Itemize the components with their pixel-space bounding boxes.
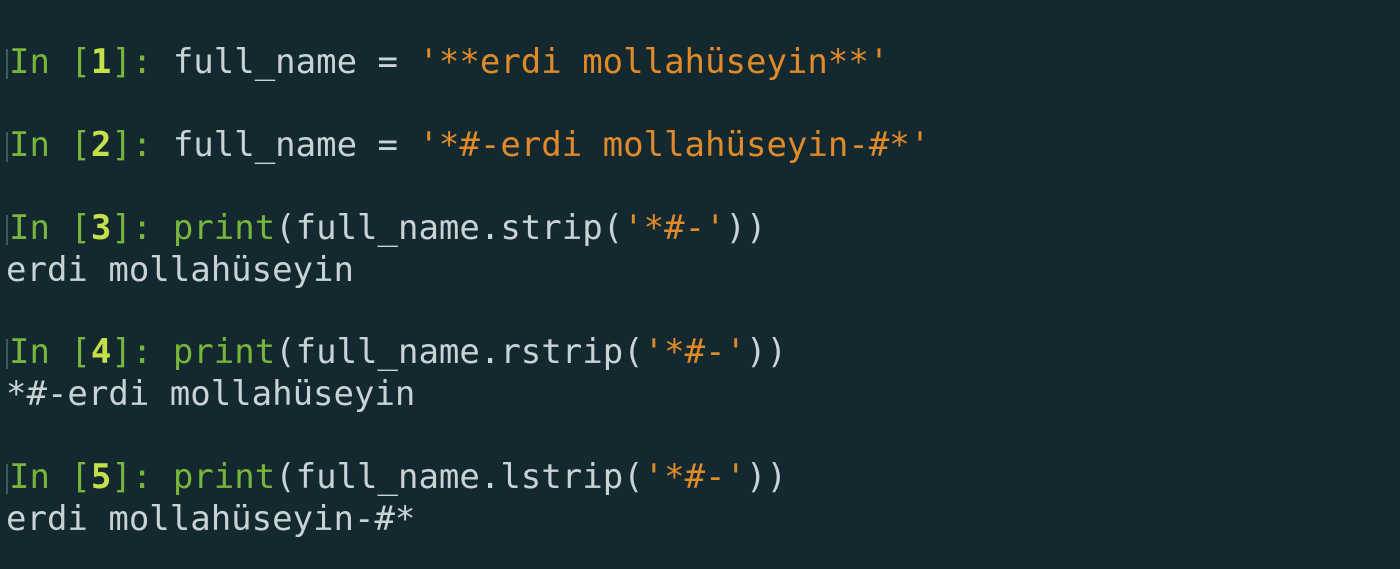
prompt-close: ]: (111, 208, 173, 248)
string-literal: '*#-' (643, 332, 746, 372)
prompt-open-bracket: [ (49, 457, 91, 497)
prompt-label: In (9, 42, 50, 82)
string-literal: '*#-' (623, 208, 726, 248)
prompt-close: ]: (111, 332, 173, 372)
builtin-function: print (172, 332, 276, 372)
output-line-3: erdi mollahüseyin (6, 250, 354, 290)
prompt-close: ]: (111, 457, 173, 497)
gutter-marker (6, 463, 8, 494)
prompt-open-bracket: [ (49, 332, 91, 372)
prompt-label: In (9, 125, 50, 165)
string-literal: '*#-erdi mollahüseyin-#*' (418, 125, 931, 165)
gutter-marker (6, 338, 8, 369)
code-text: )) (746, 457, 787, 497)
prompt-number: 2 (90, 125, 112, 165)
prompt-open-bracket: [ (49, 208, 91, 248)
gutter-marker (6, 131, 8, 162)
input-line-2[interactable]: In [2]: full_name = '*#-erdi mollahüseyi… (6, 125, 930, 165)
input-line-1[interactable]: In [1]: full_name = '**erdi mollahüseyin… (6, 42, 889, 82)
builtin-function: print (172, 208, 276, 248)
prompt-label: In (9, 332, 50, 372)
prompt-number: 1 (90, 42, 112, 82)
prompt-label: In (9, 208, 50, 248)
code-text: )) (746, 332, 787, 372)
prompt-number: 5 (90, 457, 112, 497)
code-text: (full_name.rstrip( (275, 332, 644, 372)
code-text: )) (725, 208, 767, 248)
code-text: full_name = (172, 42, 419, 82)
input-line-3[interactable]: In [3]: print(full_name.strip('*#-')) (6, 208, 766, 248)
ipython-terminal: In [1]: full_name = '**erdi mollahüseyin… (6, 0, 1400, 569)
string-literal: '*#-' (643, 457, 746, 497)
gutter-marker (6, 214, 8, 245)
code-text: (full_name.strip( (275, 208, 624, 248)
code-text: (full_name.lstrip( (275, 457, 644, 497)
string-literal: '**erdi mollahüseyin**' (418, 42, 890, 82)
input-line-4[interactable]: In [4]: print(full_name.rstrip('*#-')) (6, 332, 787, 372)
prompt-close: ]: (111, 125, 173, 165)
builtin-function: print (172, 457, 276, 497)
prompt-open-bracket: [ (49, 125, 91, 165)
prompt-number: 3 (90, 208, 112, 248)
prompt-number: 4 (90, 332, 112, 372)
prompt-open-bracket: [ (49, 42, 91, 82)
output-line-4: *#-erdi mollahüseyin (6, 374, 416, 414)
gutter-marker (6, 48, 8, 79)
prompt-label: In (9, 457, 50, 497)
output-line-5: erdi mollahüseyin-#* (6, 499, 416, 539)
prompt-close: ]: (111, 42, 173, 82)
code-text: full_name = (172, 125, 419, 165)
input-line-5[interactable]: In [5]: print(full_name.lstrip('*#-')) (6, 457, 787, 497)
